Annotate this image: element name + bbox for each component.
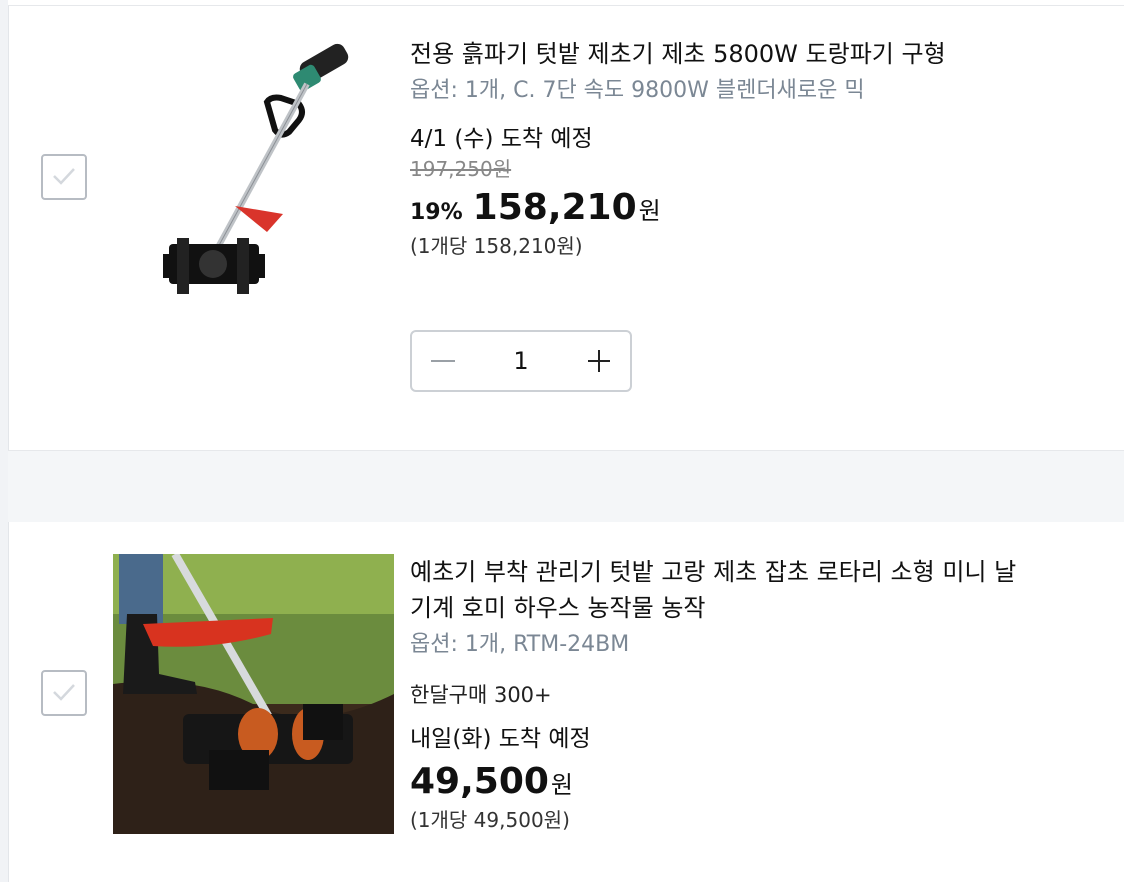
cart-item-2: 예초기 부착 관리기 텃밭 고랑 제초 잡초 로타리 소형 미니 날 기계 호미… [8, 522, 1124, 882]
plus-icon [588, 350, 610, 372]
product-option: 옵션: 1개, RTM-24BM [410, 632, 630, 657]
product-title-line-1[interactable]: 예초기 부착 관리기 텃밭 고랑 제초 잡초 로타리 소형 미니 날 [410, 554, 1110, 590]
item-divider [8, 451, 1124, 522]
item-2-info: 예초기 부착 관리기 텃밭 고랑 제초 잡초 로타리 소형 미니 날 기계 호미… [410, 554, 1110, 834]
original-price: 197,250원 [410, 157, 512, 181]
checkmark-icon [53, 684, 75, 701]
checkmark-icon [53, 168, 75, 185]
unit-price: (1개당 49,500원) [410, 808, 570, 832]
item-1-checkbox[interactable] [41, 154, 87, 200]
product-title-line-2[interactable]: 기계 호미 하우스 농작물 농작 [410, 590, 1110, 626]
product-option: 옵션: 1개, C. 7단 속도 9800W 블렌더새로운 믹 [410, 78, 865, 103]
product-title[interactable]: 전용 흙파기 텃밭 제초기 제초 5800W 도랑파기 구형 [410, 36, 1110, 72]
delivery-estimate: 내일(화) 도착 예정 [410, 726, 591, 752]
increase-quantity-button[interactable] [568, 332, 630, 390]
cart-item-1: 전용 흙파기 텃밭 제초기 제초 5800W 도랑파기 구형 옵션: 1개, C… [8, 5, 1124, 451]
discount-rate: 19% [410, 200, 463, 225]
quantity-value[interactable]: 1 [474, 332, 568, 390]
quantity-stepper: 1 [410, 330, 632, 392]
delivery-estimate: 4/1 (수) 도착 예정 [410, 126, 593, 152]
product-image-tiller-attachment[interactable] [113, 554, 394, 834]
decrease-quantity-button[interactable] [412, 332, 474, 390]
unit-price: (1개당 158,210원) [410, 234, 583, 258]
minus-icon [431, 360, 455, 362]
price-row: 49,500 원 [410, 758, 1110, 806]
product-image-tiller-trimmer[interactable] [149, 34, 369, 314]
currency-unit: 원 [550, 771, 574, 799]
price-row: 19% 158,210 원 [410, 184, 1110, 232]
currency-unit: 원 [638, 197, 661, 225]
sale-price: 49,500 [410, 761, 549, 802]
sale-price: 158,210 [472, 187, 637, 228]
item-2-checkbox[interactable] [41, 670, 87, 716]
item-1-info: 전용 흙파기 텃밭 제초기 제초 5800W 도랑파기 구형 옵션: 1개, C… [410, 36, 1110, 260]
monthly-purchases: 한달구매 300+ [410, 683, 552, 707]
page-left-rule [0, 0, 8, 882]
